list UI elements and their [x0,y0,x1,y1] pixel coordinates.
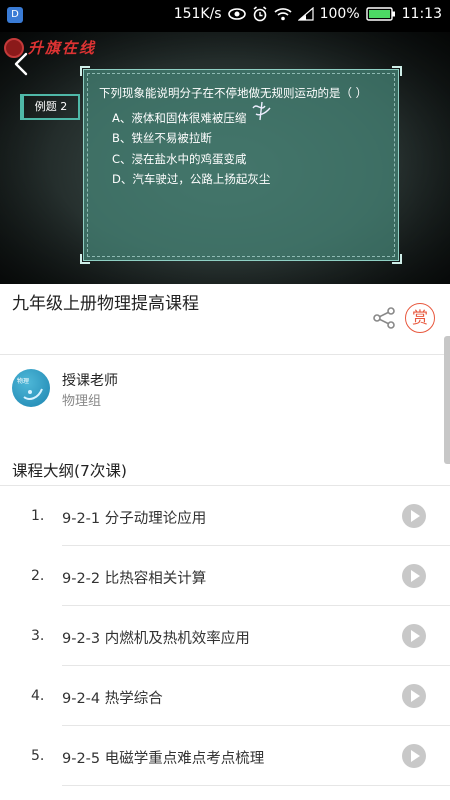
question-text: 下列现象能说明分子在不停地做无规则运动的是（ ） [99,86,368,100]
play-icon[interactable] [402,744,426,768]
lesson-title: 9-2-1 分子动理论应用 [62,511,207,527]
teacher-avatar[interactable]: 物理 [12,369,50,407]
corner-mark [80,66,90,76]
app-notification-icon: D [7,7,23,23]
scrollbar[interactable] [444,336,450,464]
reward-button[interactable]: 赏 [405,303,435,333]
lesson-number: 2. [31,568,45,584]
battery-percent: 100% [319,6,360,22]
corner-mark [392,254,402,264]
wifi-icon [274,8,292,21]
play-icon[interactable] [402,564,426,588]
lesson-title: 9-2-5 电磁学重点难点考点梳理 [62,751,265,767]
status-icons: 151K/s 100% 11:13 [174,6,442,22]
option-c: C、浸在盐水中的鸡蛋变咸 [112,152,247,166]
lesson-title: 9-2-4 热学综合 [62,691,163,707]
lesson-row[interactable]: 2. 9-2-2 比热容相关计算 [0,546,450,606]
question-slide: 下列现象能说明分子在不停地做无规则运动的是（ ） A、液体和固体很难被压缩 B、… [80,66,402,264]
divider [0,354,450,355]
lesson-number: 3. [31,628,45,644]
lesson-row[interactable]: 1. 9-2-1 分子动理论应用 [0,486,450,546]
example-tag: 例题 2 [20,94,80,120]
teacher-label: 授课老师 [62,373,118,389]
status-bar: D 151K/s 100% 11:13 [0,0,450,32]
option-a: A、液体和固体很难被压缩 [112,111,247,125]
lesson-row[interactable]: 3. 9-2-3 内燃机及热机效率应用 [0,606,450,666]
share-icon[interactable] [372,306,396,330]
lesson-number: 5. [31,748,45,764]
swoosh-icon [23,388,43,400]
play-icon[interactable] [402,684,426,708]
logo-text: 升旗在线 [28,39,97,57]
handwriting-mark [252,101,271,121]
option-b: B、铁丝不易被拉断 [112,131,212,145]
course-title: 九年级上册物理提高课程 [12,294,199,314]
lesson-number: 4. [31,688,45,704]
alarm-icon [253,6,267,22]
corner-mark [80,254,90,264]
lesson-title: 9-2-3 内燃机及热机效率应用 [62,631,250,647]
avatar-text: 物理 [17,378,30,385]
row-divider [62,785,450,786]
battery-icon [365,7,395,21]
back-arrow-icon[interactable] [10,51,32,77]
play-icon[interactable] [402,504,426,528]
option-d: D、汽车驶过，公路上扬起灰尘 [112,172,271,186]
signal-icon [297,7,314,21]
lesson-row[interactable]: 4. 9-2-4 热学综合 [0,666,450,726]
net-speed: 151K/s [173,6,222,22]
lesson-row[interactable]: 5. 9-2-5 电磁学重点难点考点梳理 [0,726,450,786]
corner-mark [392,66,402,76]
eye-icon [227,8,246,20]
video-player[interactable]: 升旗在线 例题 2 下列现象能说明分子在不停地做无规则运动的是（ ） A、液体和… [0,32,450,284]
lesson-number: 1. [31,508,45,524]
lesson-title: 9-2-2 比热容相关计算 [62,571,207,587]
teacher-name: 物理组 [62,394,102,409]
play-icon[interactable] [402,624,426,648]
outline-title: 课程大纲(7次课) [12,462,127,480]
clock: 11:13 [401,6,442,22]
